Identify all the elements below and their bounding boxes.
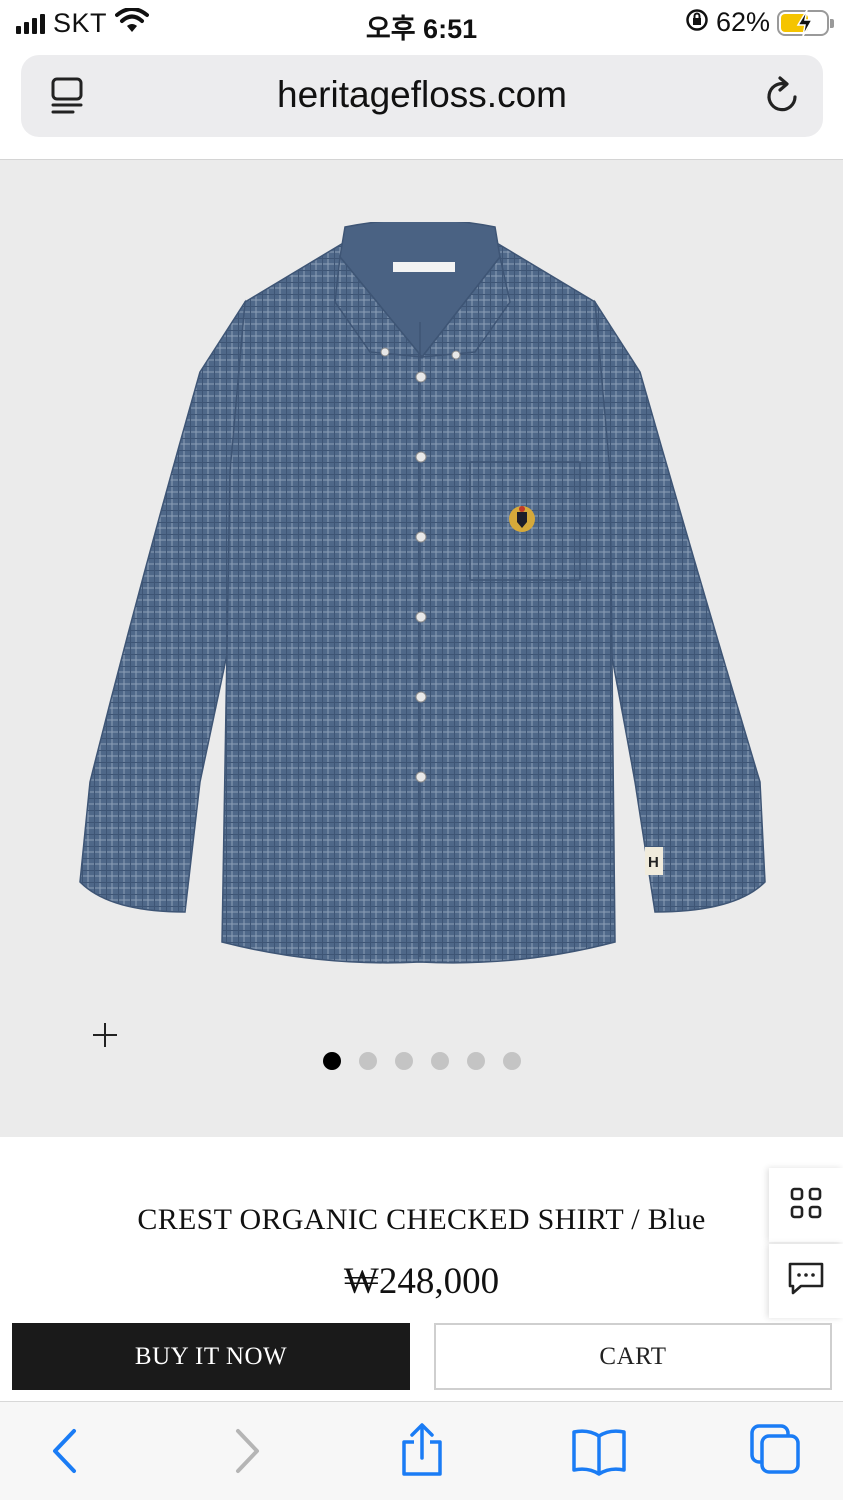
status-bar: SKT 오후 6:51 62% (0, 0, 843, 48)
tabs-icon[interactable] (748, 1422, 804, 1483)
product-gallery[interactable]: H (0, 160, 843, 1137)
plus-icon[interactable] (92, 1022, 118, 1053)
buy-now-button[interactable]: BUY IT NOW (12, 1323, 410, 1390)
browser-toolbar (0, 1401, 843, 1500)
share-icon[interactable] (398, 1422, 446, 1483)
svg-text:H: H (648, 854, 659, 871)
carousel-dot[interactable] (359, 1052, 377, 1070)
carousel-dot[interactable] (431, 1052, 449, 1070)
status-right: 62% (685, 7, 834, 38)
cart-button[interactable]: CART (434, 1323, 832, 1390)
back-icon[interactable] (48, 1426, 82, 1481)
carousel-dot[interactable] (467, 1052, 485, 1070)
chat-icon (787, 1261, 825, 1302)
url-text[interactable]: heritagefloss.com (21, 74, 823, 116)
forward-icon[interactable] (230, 1426, 264, 1481)
battery-percent: 62% (715, 7, 770, 37)
reload-icon[interactable] (763, 75, 803, 122)
carousel-dots[interactable] (323, 1052, 521, 1070)
product-image[interactable]: H (70, 222, 770, 972)
product-name: CREST ORGANIC CHECKED SHIRT / Blue (137, 1203, 706, 1236)
grid-menu-button[interactable] (769, 1168, 843, 1242)
grid-icon (789, 1186, 823, 1225)
bookmarks-icon[interactable] (570, 1426, 628, 1481)
battery-charging-icon (777, 9, 834, 36)
carousel-dot[interactable] (395, 1052, 413, 1070)
address-bar[interactable]: heritagefloss.com (21, 55, 823, 137)
carousel-dot[interactable] (323, 1052, 341, 1070)
chat-button[interactable] (769, 1244, 843, 1318)
product-price: ₩248,000 (343, 1261, 500, 1302)
rotation-lock-icon (685, 8, 709, 37)
carousel-dot[interactable] (503, 1052, 521, 1070)
